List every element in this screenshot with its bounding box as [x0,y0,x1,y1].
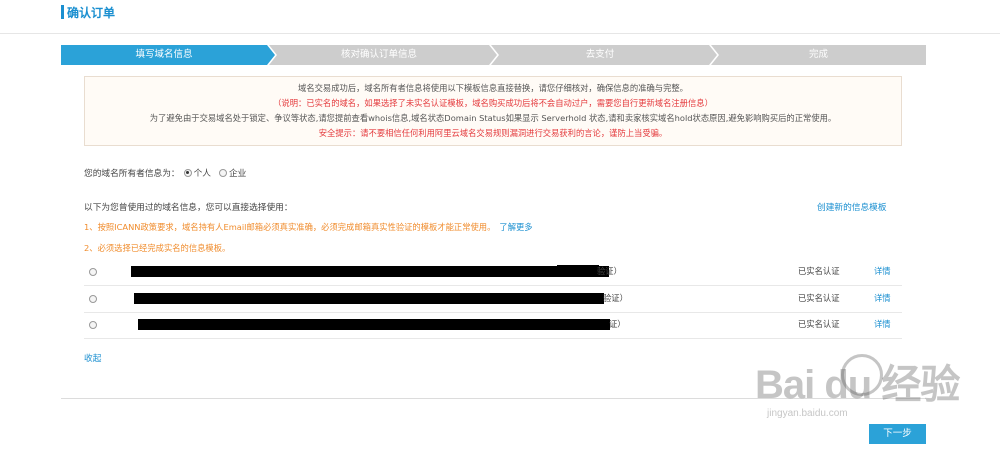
collapse-link[interactable]: 收起 [84,351,101,364]
redacted-block [138,319,610,330]
step-complete: 完成 [711,45,926,65]
owner-type-row: 您的域名所有者信息为： 个人 企业 [84,166,246,179]
progress-steps: 填写域名信息 核对确认订单信息 去支付 完成 [61,45,926,65]
learn-more-link[interactable]: 了解更多 [499,222,532,232]
template-tail-text: 验证） [603,293,628,303]
step-pay: 去支付 [491,45,719,65]
step-fill-domain-info: 填写域名信息 [61,45,277,65]
notice-line: 域名交易成功后，域名所有者信息将使用以下模板信息直接替换，请您仔细核对，确保信息… [298,83,688,93]
security-tip: 安全提示：请不要相信任何利用阿里云域名交易规则漏洞进行交易获利的言论，谨防上当受… [318,128,668,138]
watermark-url: jingyan.baidu.com [767,408,848,419]
notice-line: 为了避免由于交易域名处于锁定、争议等状态,请您提前查看whois信息,域名状态D… [149,113,837,123]
step-label: 完成 [808,49,828,60]
template-radio[interactable] [89,321,97,329]
baidu-watermark: Bai du 经验 jingyan.baidu.com [755,352,970,432]
step-label: 去支付 [585,49,615,60]
redacted-block [134,293,604,304]
title-accent-bar [61,5,64,19]
tip-icann: 1、按照ICANN政策要求，域名持有人Email邮箱必须真实准确，必须完成邮箱真… [84,221,533,233]
top-bar: 确认订单 [0,0,1000,34]
template-row[interactable]: 验证） 已实名认证 详情 [84,287,902,313]
redacted-block [131,266,609,277]
template-tail-text: 证） [609,319,626,329]
watermark-brand: Bai du 经验 [755,363,960,407]
template-radio[interactable] [89,295,97,303]
template-row[interactable]: 验证） 已实名认证 详情 [84,260,902,286]
radio-personal-label[interactable]: 个人 [194,166,211,179]
step-label: 核对确认订单信息 [340,49,417,60]
notice-line: （说明：已实名的域名，如果选择了未实名认证模板，域名购买成功后将不会自动过户，需… [273,98,713,108]
template-radio[interactable] [89,268,97,276]
tip-realname: 2、必须选择已经完成实名的信息模板。 [84,243,231,253]
create-template-link[interactable]: 创建新的信息模板 [817,200,887,213]
owner-type-label: 您的域名所有者信息为： [84,169,180,179]
template-tail-text: 验证） [597,266,622,276]
realname-status: 已实名认证 [798,266,840,276]
step-label: 填写域名信息 [135,49,193,60]
radio-company[interactable] [218,168,227,177]
detail-link[interactable]: 详情 [874,318,891,330]
step-confirm-order: 核对确认订单信息 [269,45,499,65]
detail-link[interactable]: 详情 [874,265,891,277]
next-button[interactable]: 下一步 [869,424,926,444]
templates-heading: 以下为您曾使用过的域名信息，您可以直接选择使用： [84,203,293,213]
notice-box: 域名交易成功后，域名所有者信息将使用以下模板信息直接替换，请您仔细核对，确保信息… [84,76,902,146]
detail-link[interactable]: 详情 [874,292,891,304]
radio-company-label[interactable]: 企业 [229,166,246,179]
tip-text: 1、按照ICANN政策要求，域名持有人Email邮箱必须真实准确，必须完成邮箱真… [84,222,496,232]
realname-status: 已实名认证 [798,293,840,303]
radio-personal[interactable] [183,168,192,177]
template-row[interactable]: 证） 已实名认证 详情 [84,313,902,339]
realname-status: 已实名认证 [798,319,840,329]
page-title: 确认订单 [67,6,116,20]
redacted-block [557,265,599,276]
